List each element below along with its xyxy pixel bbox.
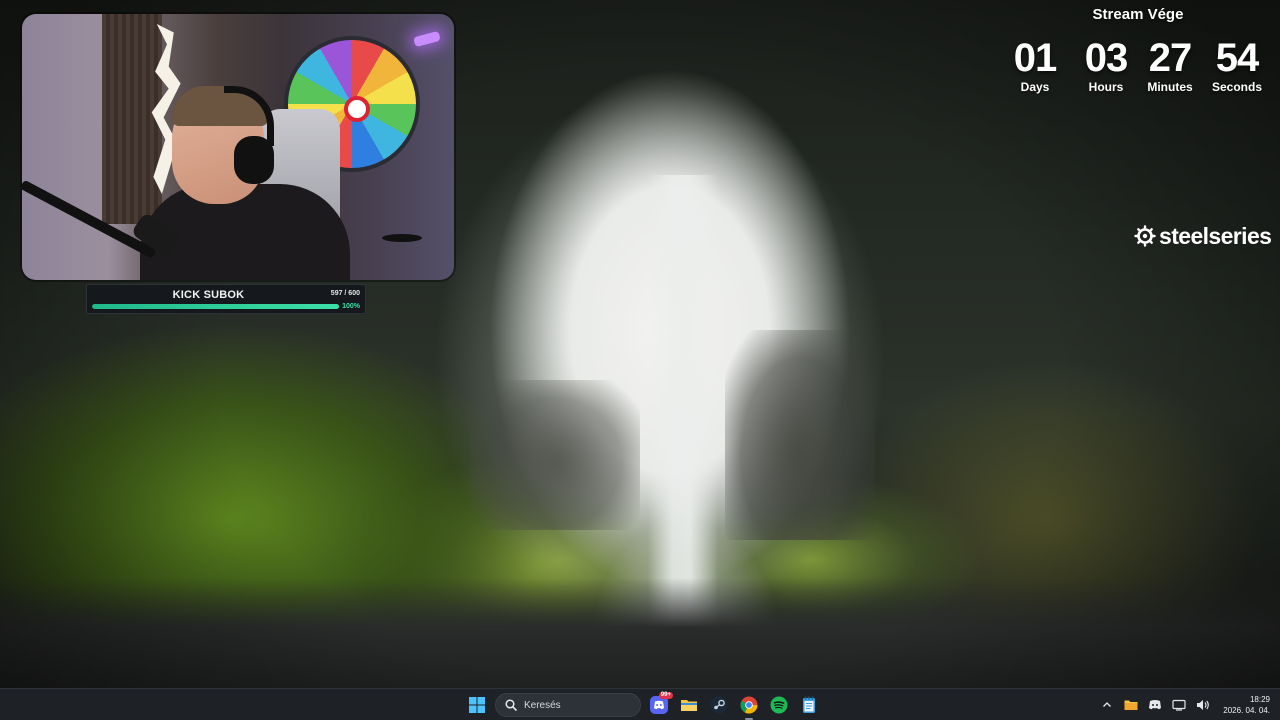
volume-icon xyxy=(1197,700,1210,710)
countdown-hours: 03 Hours xyxy=(1074,34,1138,94)
steam-app-button[interactable] xyxy=(707,693,731,717)
system-tray: 18:29 2026. 04. 04. xyxy=(1099,693,1270,717)
webcam-wall-panel xyxy=(102,14,162,224)
start-button[interactable] xyxy=(465,693,489,717)
chevron-up-icon xyxy=(1103,702,1112,707)
discord-tray-icon xyxy=(1149,700,1162,710)
countdown-seconds-label: Seconds xyxy=(1211,80,1262,94)
show-hidden-icons-button[interactable] xyxy=(1099,697,1115,713)
countdown-hours-label: Hours xyxy=(1088,80,1124,94)
search-placeholder: Keresés xyxy=(524,699,561,711)
goal-progress-track xyxy=(92,304,340,309)
file-explorer-icon xyxy=(681,700,697,711)
taskbar-search[interactable]: Keresés xyxy=(495,693,641,717)
webcam-wheel-stand xyxy=(382,234,422,242)
countdown-minutes: 27 Minutes xyxy=(1138,34,1202,94)
network-button[interactable] xyxy=(1171,697,1187,713)
taskbar-apps: Keresés 99+ xyxy=(465,692,821,720)
notepad-icon xyxy=(803,696,815,713)
taskbar: Keresés 99+ 18:29 2026. 04. 04. xyxy=(0,688,1280,720)
countdown-seconds-value: 54 xyxy=(1215,36,1260,80)
countdown-days-value: 01 xyxy=(1013,36,1058,80)
countdown-days-label: Days xyxy=(1020,80,1050,94)
countdown-minutes-value: 27 xyxy=(1148,36,1193,80)
countdown-seconds: 54 Seconds xyxy=(1205,34,1269,94)
discord-notification-badge: 99+ xyxy=(658,692,673,699)
network-icon xyxy=(1172,699,1186,711)
clock-date: 2026. 04. 04. xyxy=(1223,706,1270,715)
countdown-hours-value: 03 xyxy=(1084,36,1129,80)
discord-app-button[interactable]: 99+ xyxy=(647,692,673,717)
steam-icon xyxy=(710,696,728,714)
volume-button[interactable] xyxy=(1195,697,1211,713)
webcam-headphones xyxy=(234,136,274,184)
tray-folder-button[interactable] xyxy=(1123,697,1139,713)
goal-percent: 100% xyxy=(342,303,360,310)
folder-tray-icon xyxy=(1124,700,1138,710)
tray-discord-button[interactable] xyxy=(1147,697,1163,713)
countdown-days: 01 Days xyxy=(1003,34,1067,94)
countdown-title: Stream Vége xyxy=(1092,6,1184,23)
spotify-icon xyxy=(770,696,788,714)
steelseries-icon xyxy=(1134,225,1156,247)
goal-title: KICK SUBOK xyxy=(172,289,245,301)
subs-goal-widget: KICK SUBOK 597 / 600 100% xyxy=(86,284,366,314)
goal-count: 597 / 600 xyxy=(330,290,360,297)
webcam-overlay xyxy=(22,14,454,280)
steelseries-wordmark: steelseries xyxy=(1159,222,1272,249)
webcam-lamp xyxy=(413,30,441,48)
chrome-app-button[interactable] xyxy=(737,693,761,720)
countdown-minutes-label: Minutes xyxy=(1147,80,1193,94)
chrome-icon xyxy=(740,696,758,714)
taskbar-clock[interactable]: 18:29 2026. 04. 04. xyxy=(1223,694,1270,716)
start-icon xyxy=(469,697,485,713)
file-explorer-button[interactable] xyxy=(677,693,701,717)
spotify-app-button[interactable] xyxy=(767,693,791,717)
search-icon xyxy=(505,699,517,711)
goal-progress-fill xyxy=(92,304,339,309)
steelseries-logo: steelseries xyxy=(1134,222,1272,250)
clock-time: 18:29 xyxy=(1249,695,1270,704)
notepad-app-button[interactable] xyxy=(797,693,821,717)
